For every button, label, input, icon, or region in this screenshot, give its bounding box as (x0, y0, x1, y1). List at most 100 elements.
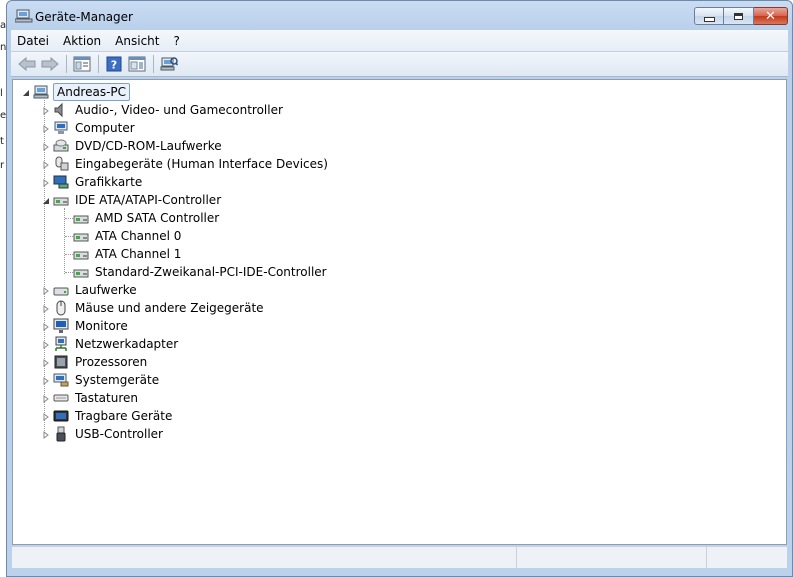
tree-device-label[interactable]: Standard-Zweikanal-PCI-IDE-Controller (93, 264, 329, 280)
tree-category[interactable]: Netzwerkadapter (41, 335, 180, 353)
toolbar-separator (98, 55, 99, 73)
expand-arrow-icon[interactable] (41, 394, 50, 403)
tree-device-label[interactable]: ATA Channel 1 (93, 246, 183, 262)
collapse-arrow-icon[interactable] (41, 196, 50, 205)
display-adapter-icon (53, 174, 69, 190)
tree-category-label[interactable]: Systemgeräte (73, 372, 161, 388)
ide-controller-icon (53, 192, 69, 208)
expand-arrow-icon[interactable] (41, 340, 50, 349)
expand-arrow-icon[interactable] (41, 358, 50, 367)
background-char: l (0, 88, 3, 99)
tree-category-label[interactable]: Tastaturen (73, 390, 140, 406)
disk-drive-icon (53, 282, 69, 298)
tree-root[interactable]: Andreas-PC (21, 83, 131, 101)
menu-datei[interactable]: Datei (11, 34, 56, 48)
maximize-icon (734, 12, 743, 20)
expand-arrow-icon[interactable] (41, 106, 50, 115)
expand-arrow-icon[interactable] (41, 178, 50, 187)
tree-category[interactable]: Eingabegeräte (Human Interface Devices) (41, 155, 330, 173)
portable-devices-icon (53, 408, 69, 424)
expand-arrow-icon[interactable] (41, 304, 50, 313)
tree-category-label[interactable]: Computer (73, 120, 137, 136)
processor-icon (53, 354, 69, 370)
tree-device-label[interactable]: ATA Channel 0 (93, 228, 183, 244)
device-tree-pane[interactable]: Andreas-PC Audio-, Video- und Gamecontro… (12, 79, 787, 545)
tree-category[interactable]: Prozessoren (41, 353, 149, 371)
svg-text:?: ? (111, 59, 117, 72)
tree-category[interactable]: IDE ATA/ATAPI-Controller (41, 191, 223, 209)
monitor-icon (53, 318, 69, 334)
scan-hardware-icon (160, 57, 178, 71)
tree-category[interactable]: USB-Controller (41, 425, 165, 443)
tree-device[interactable]: Standard-Zweikanal-PCI-IDE-Controller (73, 263, 329, 281)
expand-arrow-icon[interactable] (41, 412, 50, 421)
tree-category-label[interactable]: Grafikkarte (73, 174, 144, 190)
tree-category[interactable]: Tastaturen (41, 389, 140, 407)
view-icon (128, 56, 146, 72)
window-title: Geräte-Manager (35, 10, 133, 24)
expand-arrow-icon[interactable] (41, 376, 50, 385)
tree-category-label[interactable]: Audio-, Video- und Gamecontroller (73, 102, 285, 118)
status-cell (12, 547, 517, 568)
tree-category[interactable]: Mäuse und andere Zeigegeräte (41, 299, 266, 317)
tree-category-label[interactable]: Mäuse und andere Zeigegeräte (73, 300, 266, 316)
tree-category[interactable]: Computer (41, 119, 137, 137)
close-button[interactable]: ✕ (754, 7, 788, 25)
tree-category[interactable]: Audio-, Video- und Gamecontroller (41, 101, 285, 119)
expand-arrow-icon[interactable] (41, 124, 50, 133)
minimize-button[interactable] (694, 7, 724, 25)
maximize-button[interactable] (724, 7, 754, 25)
tree-category[interactable]: Laufwerke (41, 281, 139, 299)
tree-category-label[interactable]: USB-Controller (73, 426, 165, 442)
forward-icon (41, 57, 59, 71)
menu-help[interactable]: ? (166, 34, 186, 48)
system-devices-icon (53, 372, 69, 388)
menu-bar: Datei Aktion Ansicht ? (11, 30, 788, 52)
tree-category[interactable]: Tragbare Geräte (41, 407, 174, 425)
tree-category-label[interactable]: Prozessoren (73, 354, 149, 370)
tree-category-label[interactable]: Eingabegeräte (Human Interface Devices) (73, 156, 330, 172)
tree-category[interactable]: Grafikkarte (41, 173, 144, 191)
tree-category[interactable]: DVD/CD-ROM-Laufwerke (41, 137, 224, 155)
tree-device[interactable]: ATA Channel 1 (73, 245, 183, 263)
device-manager-window: Geräte-Manager ✕ Datei Aktion Ansicht ? (6, 0, 793, 577)
menu-aktion[interactable]: Aktion (56, 34, 108, 48)
status-cell (707, 547, 787, 568)
usb-icon (53, 426, 69, 442)
background-char: r (0, 160, 5, 171)
tree-device[interactable]: ATA Channel 0 (73, 227, 183, 245)
view-button[interactable] (127, 55, 147, 73)
tree-category-label[interactable]: Tragbare Geräte (73, 408, 174, 424)
tree-category[interactable]: Monitore (41, 317, 130, 335)
tree-device[interactable]: AMD SATA Controller (73, 209, 221, 227)
tree-category-label[interactable]: DVD/CD-ROM-Laufwerke (73, 138, 224, 154)
tree-device-label[interactable]: AMD SATA Controller (93, 210, 221, 226)
title-bar[interactable]: Geräte-Manager ✕ (7, 1, 792, 31)
toolbar: ? (11, 52, 788, 77)
collapse-arrow-icon[interactable] (21, 88, 30, 97)
expand-arrow-icon[interactable] (41, 142, 50, 151)
help-button[interactable]: ? (104, 55, 124, 73)
properties-button[interactable] (72, 55, 92, 73)
forward-button[interactable] (40, 55, 60, 73)
tree-category-label[interactable]: Monitore (73, 318, 130, 334)
tree-root-label[interactable]: Andreas-PC (53, 83, 131, 101)
ide-controller-icon (73, 228, 89, 244)
expand-arrow-icon[interactable] (41, 430, 50, 439)
network-adapter-icon (53, 336, 69, 352)
scan-hardware-button[interactable] (159, 55, 179, 73)
menu-ansicht[interactable]: Ansicht (108, 34, 166, 48)
tree-category-label[interactable]: IDE ATA/ATAPI-Controller (73, 192, 223, 208)
expand-arrow-icon[interactable] (41, 322, 50, 331)
device-manager-icon (14, 9, 33, 23)
tree-category-label[interactable]: Laufwerke (73, 282, 139, 298)
tree-category-label[interactable]: Netzwerkadapter (73, 336, 180, 352)
expand-arrow-icon[interactable] (41, 286, 50, 295)
back-button[interactable] (17, 55, 37, 73)
tree-category[interactable]: Systemgeräte (41, 371, 161, 389)
dvd-drive-icon (53, 138, 69, 154)
computer-icon (33, 84, 49, 100)
toolbar-separator (66, 55, 67, 73)
computer-icon (53, 120, 69, 136)
expand-arrow-icon[interactable] (41, 160, 50, 169)
